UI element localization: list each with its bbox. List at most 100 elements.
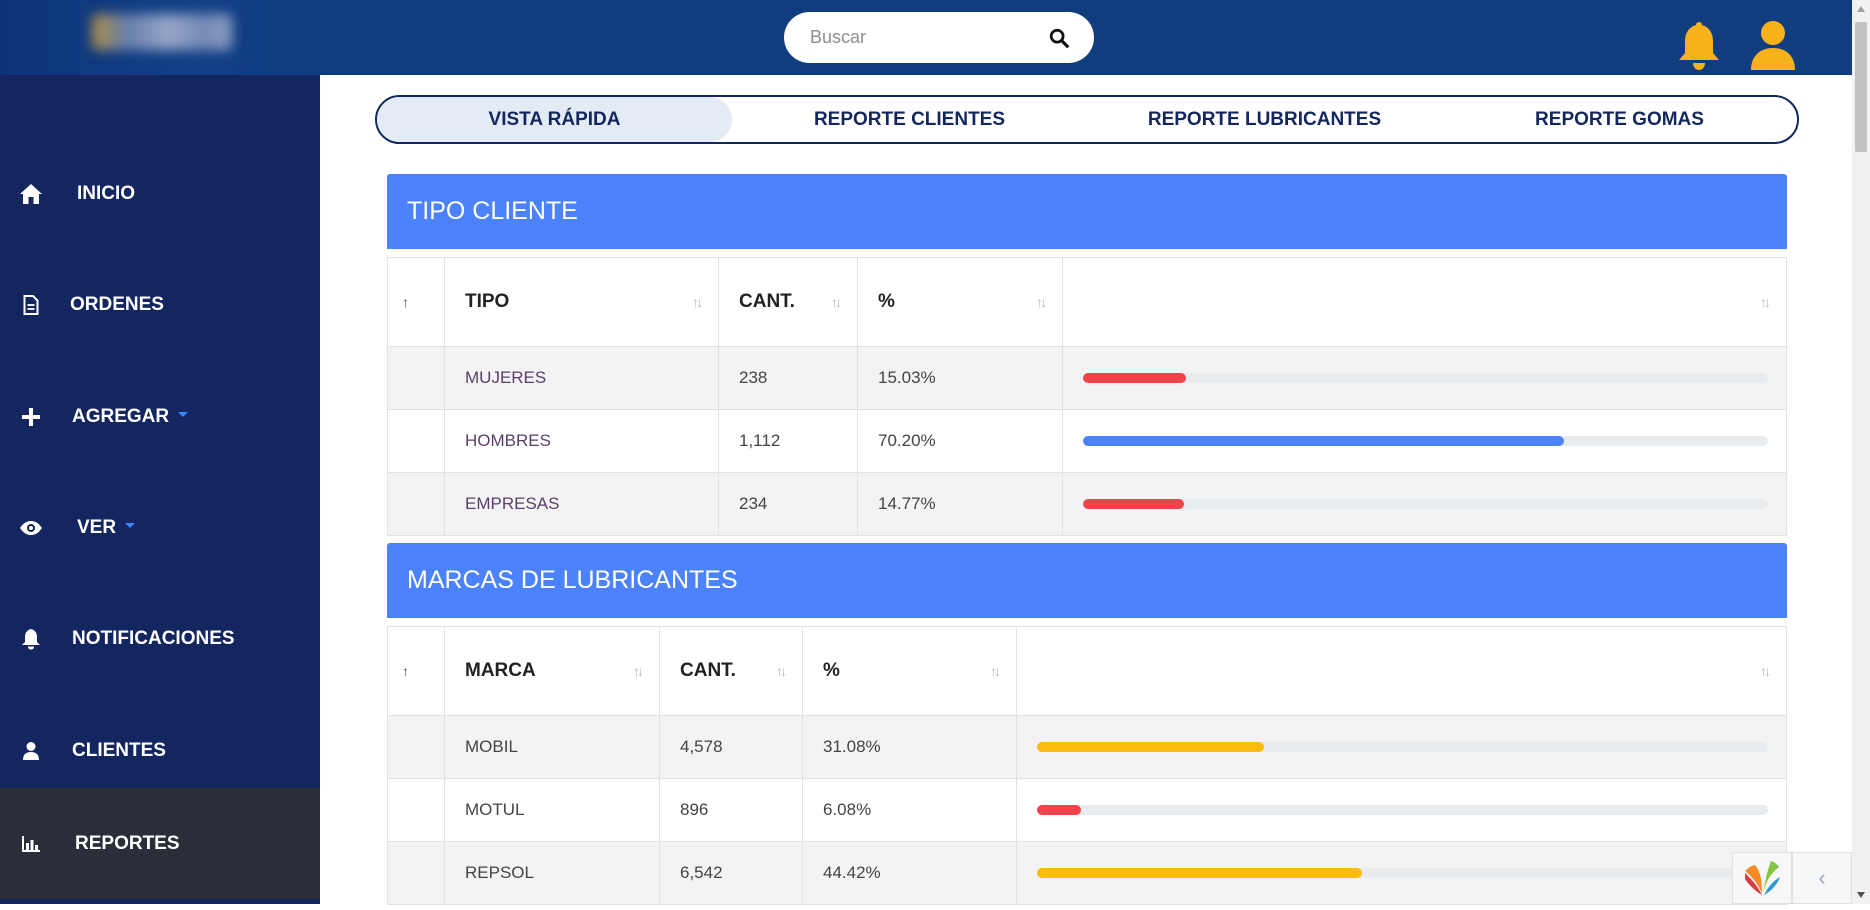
table-row: EMPRESAS 234 14.77% <box>387 472 1787 536</box>
column-header-cant[interactable]: CANT. ↑↓ <box>659 626 803 716</box>
progress-cell <box>1016 778 1787 842</box>
percent-cell: 44.42% <box>802 841 1017 905</box>
progress-fill <box>1083 499 1185 509</box>
scroll-up-arrow-icon[interactable] <box>1857 6 1865 12</box>
progress-bar <box>1083 499 1768 509</box>
progress-bar <box>1037 805 1768 815</box>
sidebar-item-notificaciones[interactable]: NOTIFICACIONES <box>0 583 320 694</box>
progress-cell <box>1016 841 1787 905</box>
table-row: MOTUL 896 6.08% <box>387 778 1787 842</box>
search-input[interactable] <box>810 27 1048 48</box>
row-index-cell <box>387 409 445 473</box>
percent-cell: 15.03% <box>857 346 1063 410</box>
sidebar-item-label: NOTIFICACIONES <box>72 627 235 649</box>
column-header-tipo[interactable]: TIPO ↑↓ <box>444 257 719 347</box>
eye-icon <box>18 515 44 541</box>
sort-icon[interactable]: ↑↓ <box>692 294 703 310</box>
search-box <box>784 12 1094 63</box>
debug-toolbar-logo[interactable] <box>1732 852 1792 904</box>
chevron-down-icon <box>178 411 189 417</box>
column-header-percent[interactable]: % ↑↓ <box>857 257 1063 347</box>
progress-bar <box>1037 742 1768 752</box>
sort-icon[interactable]: ↑↓ <box>831 294 842 310</box>
sort-icon[interactable]: ↑↓ <box>1036 294 1047 310</box>
yii-logo-icon <box>1745 861 1780 895</box>
bar-chart-icon <box>18 831 44 857</box>
scroll-down-arrow-icon[interactable] <box>1857 892 1865 898</box>
section-header-tipo-cliente: TIPO CLIENTE <box>387 174 1787 249</box>
search-icon[interactable] <box>1048 27 1070 49</box>
user-profile-icon[interactable] <box>1748 18 1798 72</box>
sidebar-item-label: REPORTES <box>75 832 180 854</box>
debug-toolbar-toggle[interactable]: ‹ <box>1792 852 1852 904</box>
progress-bar <box>1083 373 1768 383</box>
chevron-left-icon: ‹ <box>1818 865 1826 890</box>
tab-reporte-lubricantes[interactable]: REPORTE LUBRICANTES <box>1087 97 1442 142</box>
sort-asc-icon[interactable]: ↑ <box>402 663 409 679</box>
progress-bar <box>1083 436 1768 446</box>
row-number-header[interactable]: ↑ <box>387 257 445 347</box>
marca-cell: REPSOL <box>444 841 660 905</box>
report-tabs: VISTA RÁPIDA REPORTE CLIENTES REPORTE LU… <box>375 95 1799 144</box>
scrollbar-thumb[interactable] <box>1855 22 1867 152</box>
progress-fill <box>1083 373 1186 383</box>
column-header-bar[interactable]: ↑↓ <box>1016 626 1787 716</box>
notifications-bell-icon[interactable] <box>1675 18 1723 72</box>
sort-icon[interactable]: ↑↓ <box>776 663 787 679</box>
sort-icon[interactable]: ↑↓ <box>1760 294 1771 310</box>
column-header-percent[interactable]: % ↑↓ <box>802 626 1017 716</box>
table-header-row: ↑ MARCA ↑↓ CANT. ↑↓ % ↑↓ ↑↓ <box>387 626 1787 716</box>
sort-icon[interactable]: ↑↓ <box>990 663 1001 679</box>
percent-cell: 70.20% <box>857 409 1063 473</box>
count-cell: 4,578 <box>659 715 803 779</box>
bell-icon <box>18 626 44 652</box>
company-logo[interactable] <box>92 14 232 50</box>
percent-cell: 6.08% <box>802 778 1017 842</box>
sidebar-item-ver[interactable]: VER <box>0 472 320 583</box>
sidebar: INICIO ORDENES AGREGAR VER NOTIFICACIONE… <box>0 75 320 904</box>
sidebar-item-label: ORDENES <box>70 293 164 315</box>
sidebar-item-label: AGREGAR <box>72 405 170 427</box>
sidebar-item-reportes[interactable]: REPORTES <box>0 788 320 899</box>
progress-fill <box>1037 805 1082 815</box>
sidebar-item-inicio[interactable]: INICIO <box>0 138 320 249</box>
percent-cell: 14.77% <box>857 472 1063 536</box>
table-row: REPSOL 6,542 44.42% <box>387 841 1787 905</box>
progress-cell <box>1016 715 1787 779</box>
sidebar-item-ordenes[interactable]: ORDENES <box>0 249 320 360</box>
count-cell: 234 <box>718 472 858 536</box>
table-row: MOBIL 4,578 31.08% <box>387 715 1787 779</box>
column-header-cant[interactable]: CANT. ↑↓ <box>718 257 858 347</box>
table-header-row: ↑ TIPO ↑↓ CANT. ↑↓ % ↑↓ ↑↓ <box>387 257 1787 347</box>
section-header-marcas: MARCAS DE LUBRICANTES <box>387 543 1787 618</box>
tab-reporte-clientes[interactable]: REPORTE CLIENTES <box>732 97 1087 142</box>
progress-fill <box>1083 436 1564 446</box>
row-number-header[interactable]: ↑ <box>387 626 445 716</box>
plus-icon <box>18 404 44 430</box>
progress-cell <box>1062 346 1787 410</box>
row-index-cell <box>387 346 445 410</box>
column-header-marca[interactable]: MARCA ↑↓ <box>444 626 660 716</box>
logo-area <box>0 0 320 75</box>
progress-bar <box>1037 868 1768 878</box>
marca-cell: MOTUL <box>444 778 660 842</box>
sort-icon[interactable]: ↑↓ <box>633 663 644 679</box>
row-index-cell <box>387 472 445 536</box>
count-cell: 6,542 <box>659 841 803 905</box>
tab-vista-rapida[interactable]: VISTA RÁPIDA <box>377 97 732 142</box>
table-row: HOMBRES 1,112 70.20% <box>387 409 1787 473</box>
count-cell: 896 <box>659 778 803 842</box>
page-scrollbar[interactable] <box>1852 0 1870 904</box>
count-cell: 1,112 <box>718 409 858 473</box>
sidebar-item-agregar[interactable]: AGREGAR <box>0 361 320 472</box>
progress-cell <box>1062 409 1787 473</box>
sort-asc-icon[interactable]: ↑ <box>402 294 409 310</box>
sort-icon[interactable]: ↑↓ <box>1760 663 1771 679</box>
tab-reporte-gomas[interactable]: REPORTE GOMAS <box>1442 97 1797 142</box>
progress-fill <box>1037 742 1265 752</box>
progress-fill <box>1037 868 1362 878</box>
progress-cell <box>1062 472 1787 536</box>
column-header-bar[interactable]: ↑↓ <box>1062 257 1787 347</box>
sidebar-item-label: INICIO <box>77 182 136 204</box>
marca-cell: MOBIL <box>444 715 660 779</box>
